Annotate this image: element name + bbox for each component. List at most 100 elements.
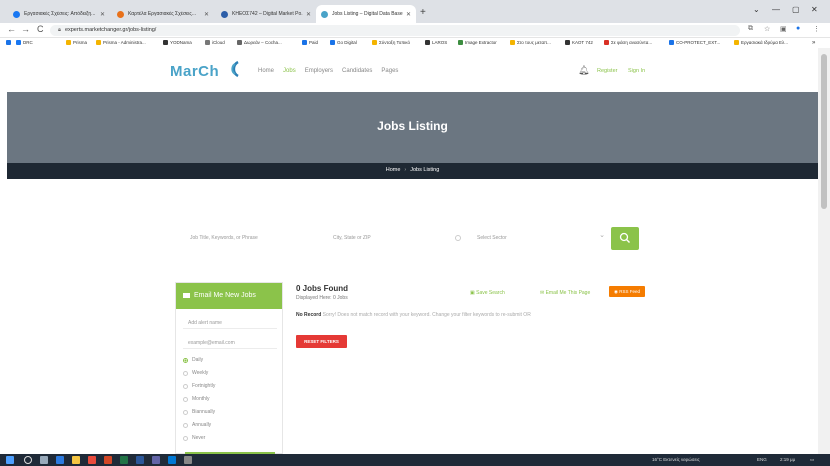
word-icon[interactable] (136, 456, 144, 464)
minimize-icon[interactable]: — (772, 5, 780, 14)
bookmark-item[interactable]: Prisma (66, 40, 87, 45)
bookmark-favicon-icon (330, 40, 335, 45)
bookmark-item[interactable]: CO-PROTECT_EXT... (669, 40, 720, 45)
weather-widget[interactable]: 16°C Εκτενείς νεφώσεις (652, 457, 700, 462)
browser-tab-1[interactable]: Εργασιακές Σχέσεις: Απόδειξη... ✕ (8, 5, 110, 23)
rss-feed-button[interactable]: ◉ RSS Feed (609, 286, 645, 297)
alert-email-input[interactable]: example@email.com (183, 336, 277, 349)
bookmark-item[interactable]: LAROS (425, 40, 447, 45)
web-page: MarCh Home Jobs Employers Candidates Pag… (0, 48, 818, 454)
search-icon[interactable] (24, 456, 32, 464)
frequency-option[interactable]: Never (183, 435, 205, 441)
teams-icon[interactable] (152, 456, 160, 464)
keyword-input[interactable]: Job Title, Keywords, or Phrase (190, 231, 320, 245)
close-icon[interactable]: ✕ (306, 11, 311, 18)
bookmark-item[interactable]: Εργασιακά Ιδρύμα Ελ... (734, 40, 788, 45)
register-link[interactable]: Register (597, 68, 617, 74)
address-bar[interactable]: 🔒︎ experts.marketchanger.gr/jobs-listing/ (50, 25, 740, 36)
sector-select[interactable]: Select Sector (477, 231, 605, 245)
bookmark-favicon-icon (96, 40, 101, 45)
nav-candidates[interactable]: Candidates (342, 68, 372, 74)
alert-name-input[interactable]: Add alert name (183, 316, 277, 329)
bookmark-item[interactable]: Σε φάση ανασύντα... (604, 40, 652, 45)
windows-taskbar: 16°C Εκτενείς νεφώσεις ENG 2:19 μμ ▭ (0, 454, 830, 466)
radio-selected-icon (183, 357, 188, 363)
bookmark-item[interactable]: Image Extractor (458, 40, 497, 45)
language-indicator[interactable]: ENG (757, 457, 767, 462)
windows-start-icon[interactable] (6, 456, 14, 464)
clock[interactable]: 2:19 μμ (780, 457, 795, 462)
bookmark-item[interactable]: Prisma - Administra... (96, 40, 146, 45)
bookmark-item[interactable]: DRC (16, 40, 33, 45)
profile-icon[interactable]: ● (796, 25, 800, 32)
frequency-option[interactable]: Daily (183, 357, 203, 363)
bookmark-item[interactable]: ΚΑΟΤ 742 (565, 40, 593, 45)
browser-tab-active[interactable]: Jobs Listing – Digital Data Base ... ✕ (316, 5, 416, 23)
bookmark-item[interactable]: Go Digital (330, 40, 357, 45)
more-bookmarks-icon[interactable]: » (812, 40, 815, 46)
nav-jobs[interactable]: Jobs (283, 68, 296, 74)
back-icon[interactable]: ← (7, 24, 16, 34)
location-input[interactable]: City, State or ZIP (333, 231, 461, 245)
page-scrollbar[interactable] (818, 48, 830, 454)
scrollbar-thumb[interactable] (821, 54, 827, 209)
site-logo[interactable]: MarCh (170, 63, 219, 80)
excel-icon[interactable] (120, 456, 128, 464)
bookmark-favicon-icon (302, 40, 307, 45)
close-icon[interactable]: ✕ (406, 11, 411, 18)
frequency-option[interactable]: Monthly (183, 396, 210, 402)
screen: Εργασιακές Σχέσεις: Απόδειξη... ✕ Καρτέλ… (0, 0, 830, 466)
bookmark-item[interactable]: YODNama (163, 40, 192, 45)
forward-icon[interactable]: → (21, 24, 30, 34)
bookmark-item[interactable]: Σύνταξη Τοπικό (372, 40, 410, 45)
bookmark-item[interactable]: iCloud (205, 40, 225, 45)
edge-icon[interactable] (56, 456, 64, 464)
frequency-option[interactable]: Fortnightly (183, 383, 215, 389)
frequency-option[interactable]: Biannually (183, 409, 215, 415)
chrome-icon[interactable] (88, 456, 96, 464)
window-close-icon[interactable]: ✕ (811, 5, 818, 14)
frequency-option[interactable]: Weekly (183, 370, 208, 376)
close-icon[interactable]: ✕ (100, 11, 105, 18)
menu-icon[interactable]: ⋮ (813, 25, 820, 33)
close-icon[interactable]: ✕ (204, 11, 209, 18)
nav-employers[interactable]: Employers (305, 68, 333, 74)
reload-icon[interactable]: C (37, 24, 44, 34)
bookmarks-bar: DRC Prisma Prisma - Administra... YODNam… (0, 38, 830, 48)
tab-title: Καρτέλα Εργασιακές Σχέσεις... (128, 11, 196, 17)
reset-filters-button[interactable]: RESET FILTERS (296, 335, 347, 348)
notifications-icon[interactable]: ▭ (810, 457, 814, 463)
breadcrumb-home[interactable]: Home (386, 167, 401, 173)
nav-home[interactable]: Home (258, 68, 274, 74)
radio-icon (183, 396, 188, 402)
frequency-option[interactable]: Annually (183, 422, 211, 428)
outlook-icon[interactable] (168, 456, 176, 464)
bookmark-icon[interactable] (6, 40, 13, 45)
email-page-link[interactable]: ✉ Email Me This Page (540, 290, 590, 296)
powerpoint-icon[interactable] (104, 456, 112, 464)
app-icon[interactable] (184, 456, 192, 464)
browser-toolbar: ← → C 🔒︎ experts.marketchanger.gr/jobs-li… (0, 23, 830, 38)
sign-in-link[interactable]: Sign In (628, 68, 645, 74)
bookmark-favicon-icon (16, 40, 21, 45)
bookmark-item[interactable]: Στο τους μεταπ... (510, 40, 551, 45)
bookmark-item[interactable]: Paid (302, 40, 318, 45)
page-banner: Jobs Listing (7, 92, 818, 163)
browser-tab-2[interactable]: Καρτέλα Εργασιακές Σχέσεις... ✕ (112, 5, 214, 23)
bookmark-item[interactable]: Δωρεάν – Cocha... (237, 40, 282, 45)
bookmark-favicon-icon (565, 40, 570, 45)
save-search-link[interactable]: ▣ Save Search (470, 290, 505, 296)
share-icon[interactable]: ⧉ (748, 25, 753, 33)
maximize-icon[interactable]: ▢ (792, 5, 800, 14)
file-explorer-icon[interactable] (72, 456, 80, 464)
extensions-icon[interactable]: ▣ (780, 25, 787, 33)
nav-pages[interactable]: Pages (381, 68, 398, 74)
search-button[interactable] (611, 227, 639, 250)
notification-bell-icon[interactable]: 🔔︎ (578, 65, 589, 76)
browser-tab-3[interactable]: ΚΗΕΟΣ742 – Digital Market Po... ✕ (216, 5, 316, 23)
task-view-icon[interactable] (40, 456, 48, 464)
bookmark-favicon-icon (66, 40, 71, 45)
tab-search-icon[interactable]: ⌄ (753, 5, 760, 14)
new-tab-button[interactable]: + (420, 7, 426, 18)
bookmark-star-icon[interactable]: ☆ (764, 25, 770, 33)
